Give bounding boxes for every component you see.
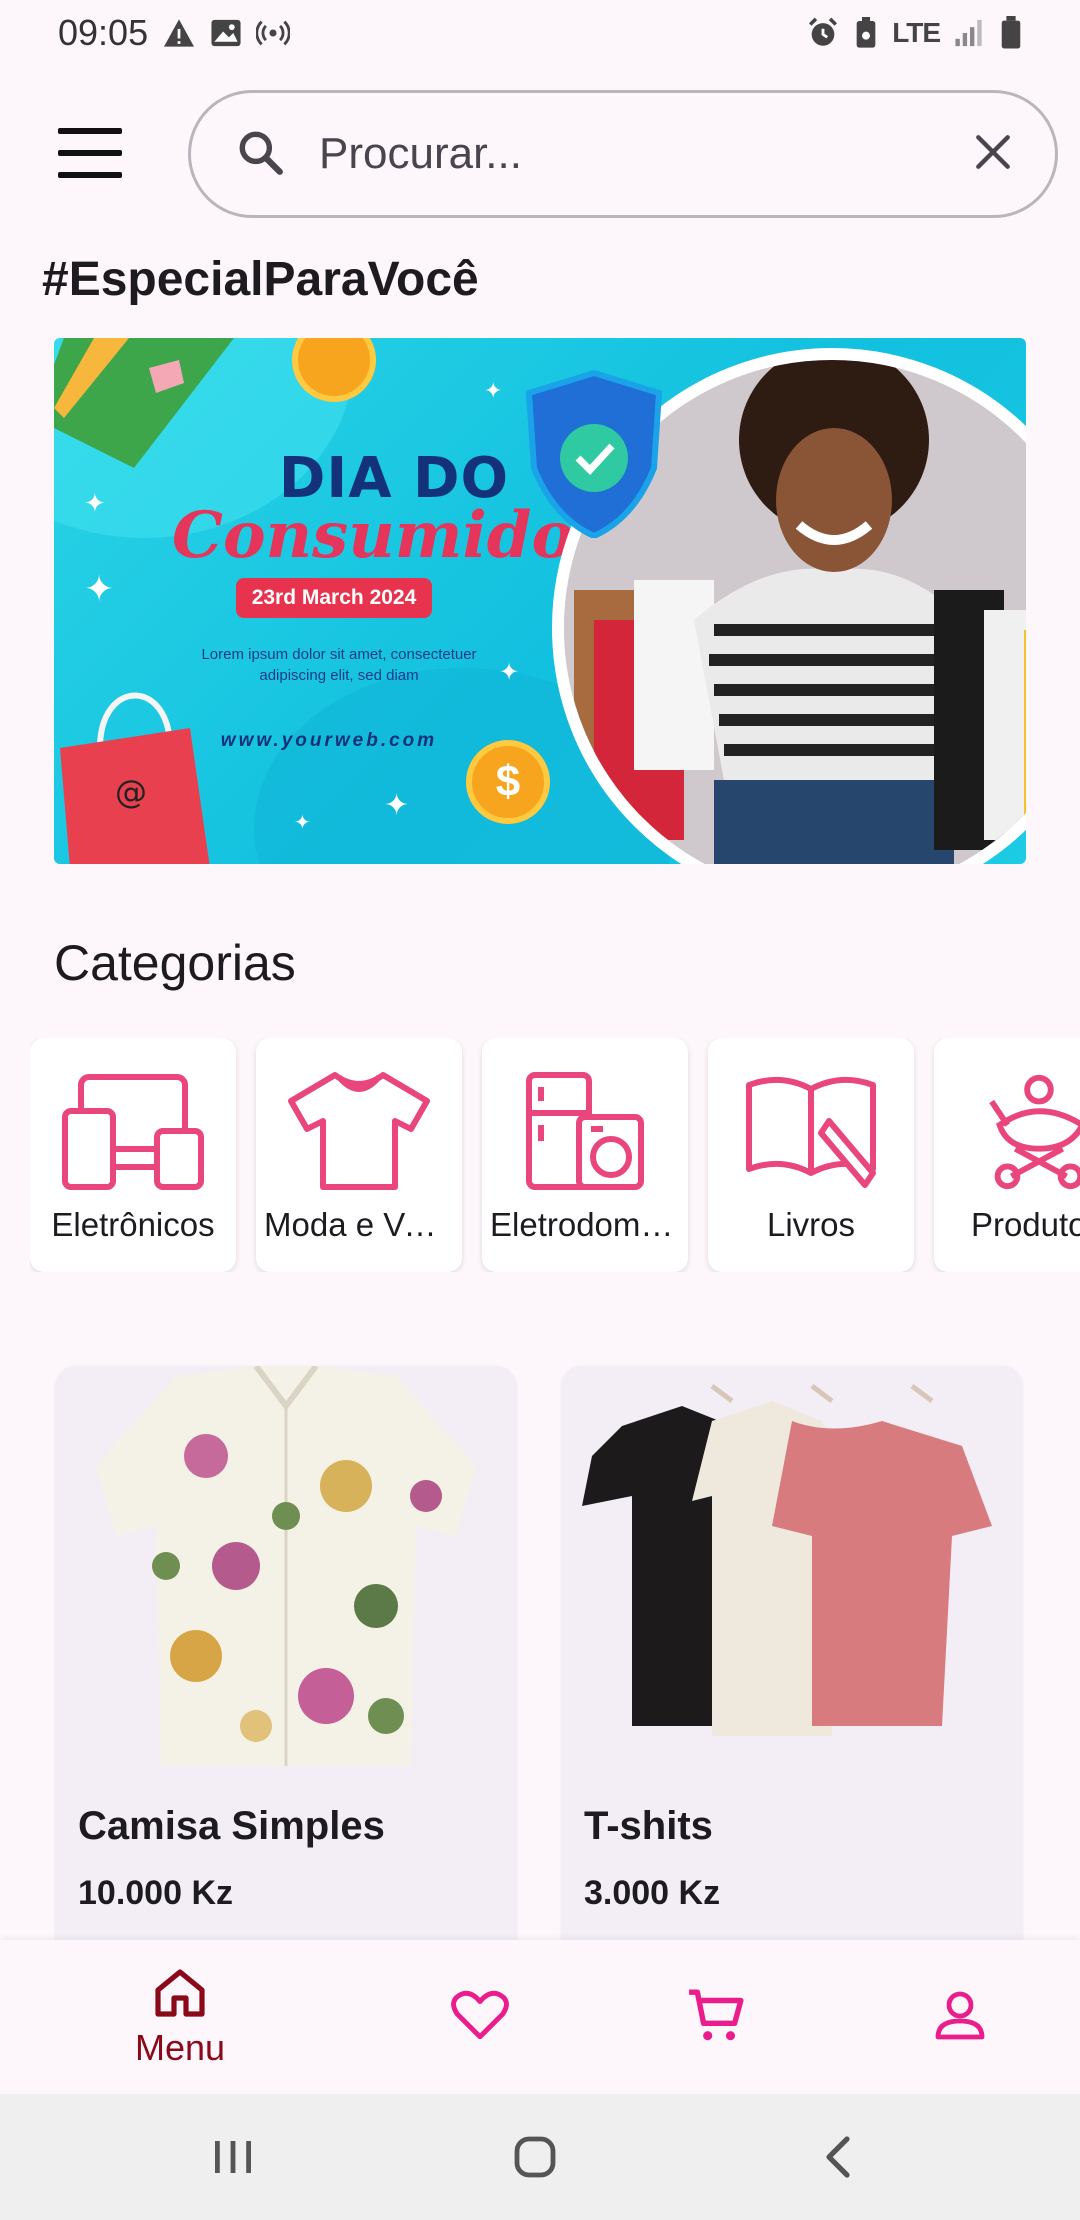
category-label: Livros — [766, 1206, 856, 1243]
category-label: Eletrodomésticos — [490, 1206, 680, 1243]
category-label: Moda e Vestuário — [264, 1206, 454, 1243]
search-input[interactable] — [319, 129, 971, 179]
star-decoration: ✦ — [84, 568, 115, 609]
category-fashion[interactable]: Moda e Vestuário — [256, 1038, 462, 1272]
product-price: 10.000 Kz — [78, 1874, 233, 1912]
category-label: Eletrônicos — [51, 1206, 215, 1243]
status-left: 09:05 — [58, 12, 291, 54]
star-decoration: ✦ — [294, 812, 311, 834]
battery-saver-icon — [854, 17, 878, 49]
banner-lorem: Lorem ipsum dolor sit amet, consectetuer… — [201, 646, 477, 684]
floral-shirt-image — [56, 1366, 516, 1786]
lte-icon: LTE — [892, 17, 941, 48]
banner-date: 23rd March 2024 — [236, 578, 432, 618]
banner-website: www.yourweb.com — [220, 730, 438, 751]
shopping-bag-decoration: @ — [60, 692, 210, 864]
banner-script: Consumidor — [172, 498, 608, 573]
gift-card-decoration — [54, 338, 234, 468]
status-bar: 09:05 LTE — [0, 0, 1080, 66]
categories-title: Categorias — [54, 935, 296, 991]
menu-hamburger-icon[interactable] — [58, 128, 122, 178]
heart-icon — [451, 1989, 509, 2046]
category-products[interactable]: Produtos — [934, 1038, 1080, 1272]
product-price: 3.000 Kz — [584, 1874, 721, 1912]
app-screen: 09:05 LTE Procurar... #EspecialParaVocê … — [0, 0, 1080, 2220]
star-decoration: ✦ — [499, 659, 520, 686]
image-icon — [210, 18, 242, 48]
nav-menu-label: Menu — [134, 2026, 226, 2068]
nav-profile[interactable] — [900, 1940, 1020, 2094]
home-icon — [152, 1966, 208, 2023]
devices-icon — [58, 1066, 208, 1196]
hotspot-icon — [256, 18, 291, 48]
product-name: Camisa Simples — [78, 1804, 385, 1848]
product-card[interactable]: Camisa Simples 10.000 Kz — [56, 1366, 516, 1956]
category-electronics[interactable]: Eletrônicos — [30, 1038, 236, 1272]
book-icon — [736, 1066, 886, 1196]
appliances-icon — [510, 1066, 660, 1196]
nav-cart[interactable] — [656, 1940, 776, 2094]
warning-icon — [162, 18, 196, 48]
svg-text:@: @ — [115, 773, 147, 811]
search-bar — [188, 90, 1058, 218]
clear-search-icon[interactable] — [971, 130, 1015, 179]
nav-favorites[interactable] — [420, 1940, 540, 2094]
special-section-title: #EspecialParaVocê — [42, 253, 479, 306]
star-decoration: ✦ — [384, 789, 410, 822]
promo-banner[interactable]: $ @ ✦ ✦ ✦ ✦ ✦ ✦ DIA DO Consumidor 23rd M… — [54, 338, 1026, 864]
product-name: T-shits — [584, 1804, 713, 1848]
cart-icon — [687, 1986, 745, 2049]
star-decoration: ✦ — [84, 488, 106, 518]
category-books[interactable]: Livros — [708, 1038, 914, 1272]
category-appliances[interactable]: Eletrodomésticos — [482, 1038, 688, 1272]
nav-menu[interactable]: Menu — [120, 1940, 240, 2094]
shield-check-icon — [525, 369, 663, 538]
star-decoration: ✦ — [484, 378, 503, 403]
back-icon[interactable] — [804, 2124, 874, 2190]
system-navigation-bar — [0, 2094, 1080, 2220]
bottom-navigation: Menu — [0, 1940, 1080, 2094]
signal-icon — [954, 18, 986, 48]
coin-decoration: $ — [466, 740, 550, 824]
alarm-icon — [806, 16, 840, 50]
categories-list: Eletrônicos Moda e Vestuário — [30, 1038, 1080, 1272]
status-right: LTE — [806, 16, 1022, 50]
product-card[interactable]: T-shits 3.000 Kz — [562, 1366, 1022, 1956]
search-icon — [235, 127, 285, 182]
recent-apps-icon[interactable] — [198, 2124, 268, 2190]
tshirts-image — [562, 1366, 1022, 1786]
status-time: 09:05 — [58, 12, 149, 53]
baby-stroller-icon — [962, 1066, 1080, 1196]
category-label: Produtos — [970, 1206, 1080, 1243]
home-button-icon[interactable] — [500, 2124, 570, 2190]
battery-icon — [1000, 16, 1022, 50]
tshirt-icon — [284, 1066, 434, 1196]
profile-icon — [934, 1989, 986, 2046]
